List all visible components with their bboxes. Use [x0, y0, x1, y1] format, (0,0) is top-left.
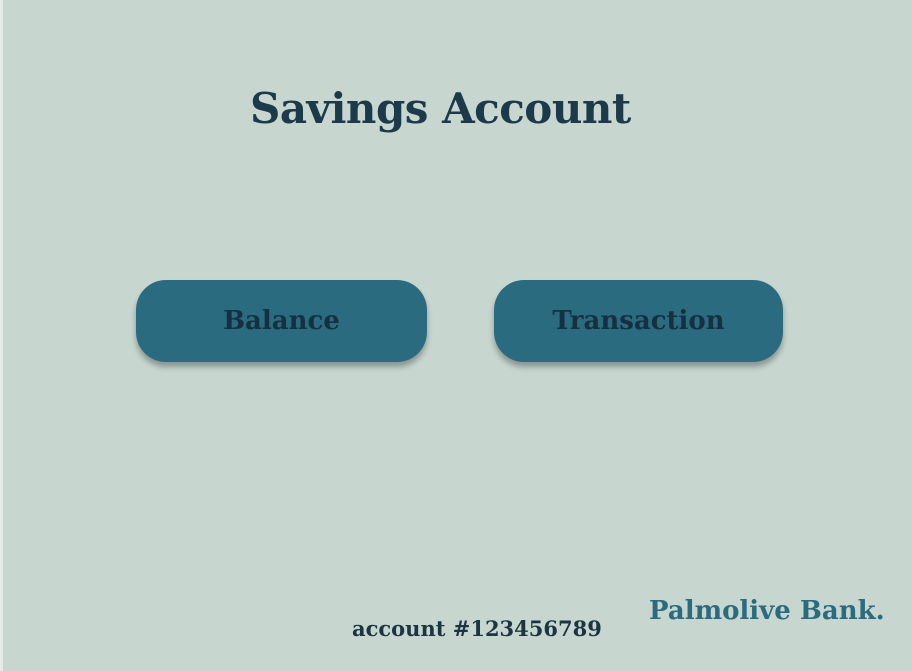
- balance-button[interactable]: Balance: [136, 280, 427, 362]
- left-edge-divider: [0, 0, 3, 671]
- page-title: Savings Account: [250, 84, 631, 133]
- account-number: account #123456789: [352, 616, 602, 641]
- bank-logo-text: Palmolive Bank.: [649, 596, 885, 626]
- transaction-button[interactable]: Transaction: [494, 280, 783, 362]
